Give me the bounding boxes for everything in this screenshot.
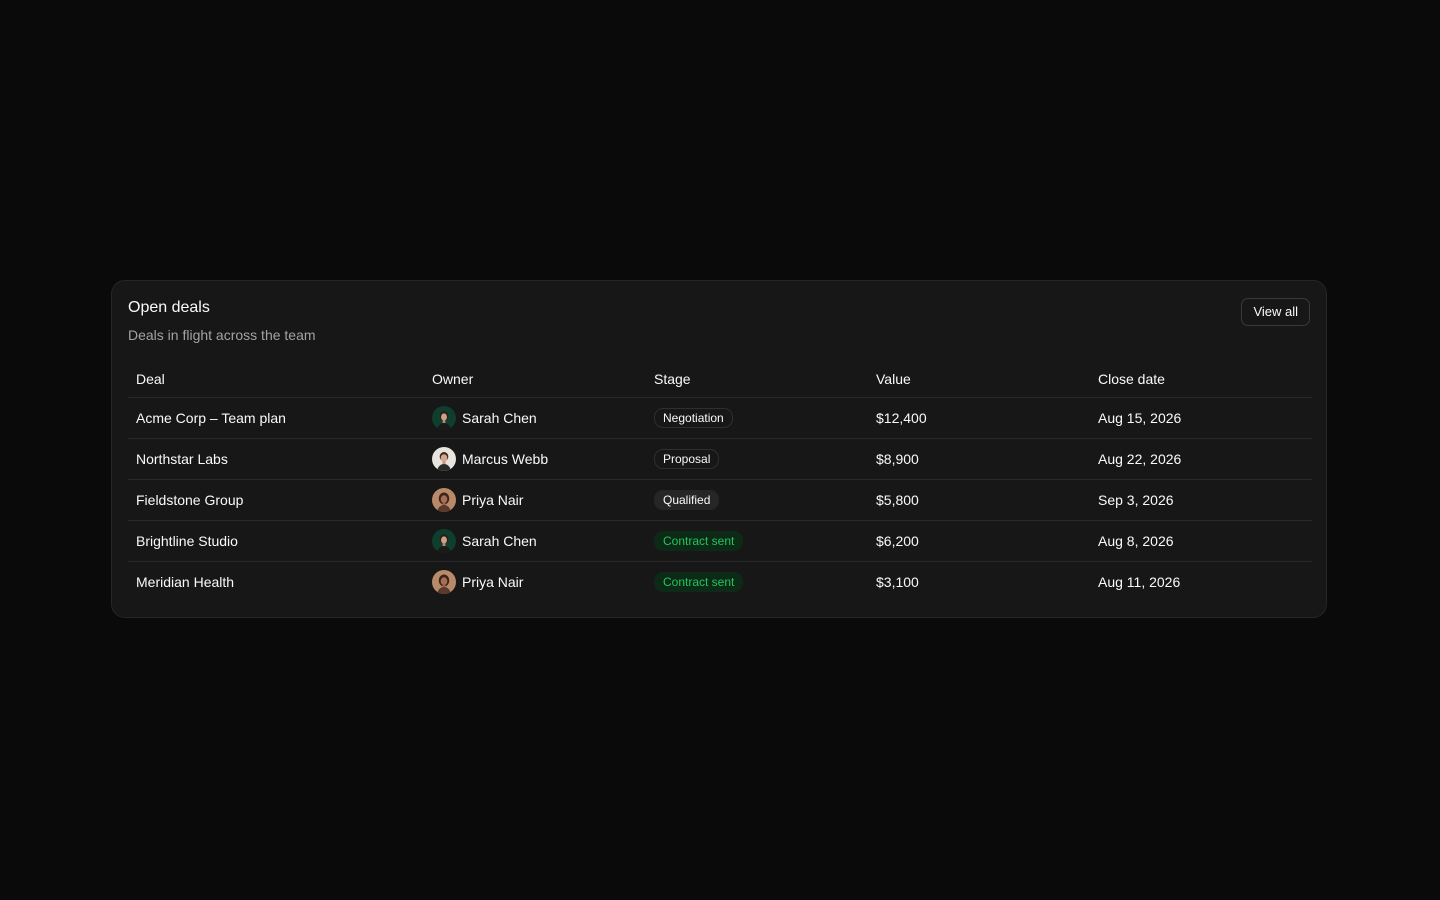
view-all-button[interactable]: View all [1241, 298, 1310, 326]
deal-stage-cell: Contract sent [646, 520, 868, 562]
owner-name: Priya Nair [462, 574, 524, 590]
owner: Sarah Chen [432, 529, 638, 553]
deal-value: $5,800 [868, 479, 1090, 521]
column-header-value[interactable]: Value [868, 360, 1090, 398]
card-header: Open deals Deals in flight across the te… [128, 298, 1310, 360]
avatar-sarah-chen [432, 406, 456, 430]
deal-owner-cell: Sarah Chen [424, 397, 646, 439]
column-header-close-date[interactable]: Close date [1090, 360, 1312, 398]
table-row[interactable]: Brightline Studio Sarah Chen Contract sent… [128, 520, 1312, 562]
deal-name[interactable]: Fieldstone Group [128, 479, 424, 521]
avatar-priya-nair [432, 488, 456, 512]
card-subtitle: Deals in flight across the team [128, 327, 316, 343]
deal-stage-cell: Contract sent [646, 562, 868, 603]
stage-badge: Contract sent [654, 572, 744, 592]
deal-name[interactable]: Northstar Labs [128, 438, 424, 480]
deal-owner-cell: Sarah Chen [424, 520, 646, 562]
owner: Sarah Chen [432, 406, 638, 430]
deal-value: $12,400 [868, 397, 1090, 439]
deal-name[interactable]: Acme Corp – Team plan [128, 397, 424, 439]
table-header-row: Deal Owner Stage Value Close date [128, 360, 1312, 398]
deal-value: $6,200 [868, 520, 1090, 562]
owner: Marcus Webb [432, 447, 638, 471]
deal-value: $3,100 [876, 574, 919, 590]
table-row[interactable]: Acme Corp – Team plan Sarah Chen Negotiati… [128, 397, 1312, 439]
owner-name: Priya Nair [462, 492, 524, 508]
stage-badge: Proposal [654, 449, 720, 469]
deal-close-date: Aug 22, 2026 [1090, 438, 1312, 480]
deal-value: $8,900 [868, 438, 1090, 480]
open-deals-card: Open deals Deals in flight across the te… [111, 280, 1327, 618]
deal-close-date: Aug 11, 2026 [1098, 574, 1181, 590]
deal-stage-cell: Qualified [646, 479, 868, 521]
column-header-owner[interactable]: Owner [424, 360, 646, 398]
deal-stage-cell: Negotiation [646, 397, 868, 439]
owner-name: Marcus Webb [462, 451, 549, 467]
stage-badge: Contract sent [654, 531, 744, 551]
deal-close-date: Sep 3, 2026 [1090, 479, 1312, 521]
deal-name[interactable]: Meridian Health [128, 562, 424, 603]
avatar-priya-nair [432, 570, 456, 594]
deal-owner-cell: Priya Nair [424, 562, 646, 603]
deal-owner-cell: Marcus Webb [424, 438, 646, 480]
deal-close-date: Aug 15, 2026 [1090, 397, 1312, 439]
table-row[interactable]: Northstar Labs Marcus Webb Proposal $8,900 A… [128, 438, 1312, 480]
column-header-stage[interactable]: Stage [646, 360, 868, 398]
table-body: Acme Corp – Team plan Sarah Chen Negotiati… [128, 397, 1312, 603]
owner: Priya Nair [432, 570, 638, 594]
deal-close-date: Aug 8, 2026 [1090, 520, 1312, 562]
deals-table: Deal Owner Stage Value Close date Acme C… [128, 360, 1312, 602]
owner-name: Sarah Chen [462, 533, 537, 549]
column-header-deal[interactable]: Deal [128, 360, 424, 398]
avatar-sarah-chen [432, 529, 456, 553]
table-row[interactable]: Meridian Health Priya Nair Contract sent $3… [128, 562, 1312, 603]
owner: Priya Nair [432, 488, 638, 512]
deal-owner-cell: Priya Nair [424, 479, 646, 521]
card-title: Open deals [128, 299, 210, 316]
owner-name: Sarah Chen [462, 410, 537, 426]
avatar-marcus-webb [432, 447, 456, 471]
table-row[interactable]: Fieldstone Group Priya Nair Qualified $5,80… [128, 479, 1312, 521]
deal-stage-cell: Proposal [646, 438, 868, 480]
stage-badge: Qualified [654, 490, 720, 510]
deal-name[interactable]: Brightline Studio [128, 520, 424, 562]
stage-badge: Negotiation [654, 408, 733, 428]
